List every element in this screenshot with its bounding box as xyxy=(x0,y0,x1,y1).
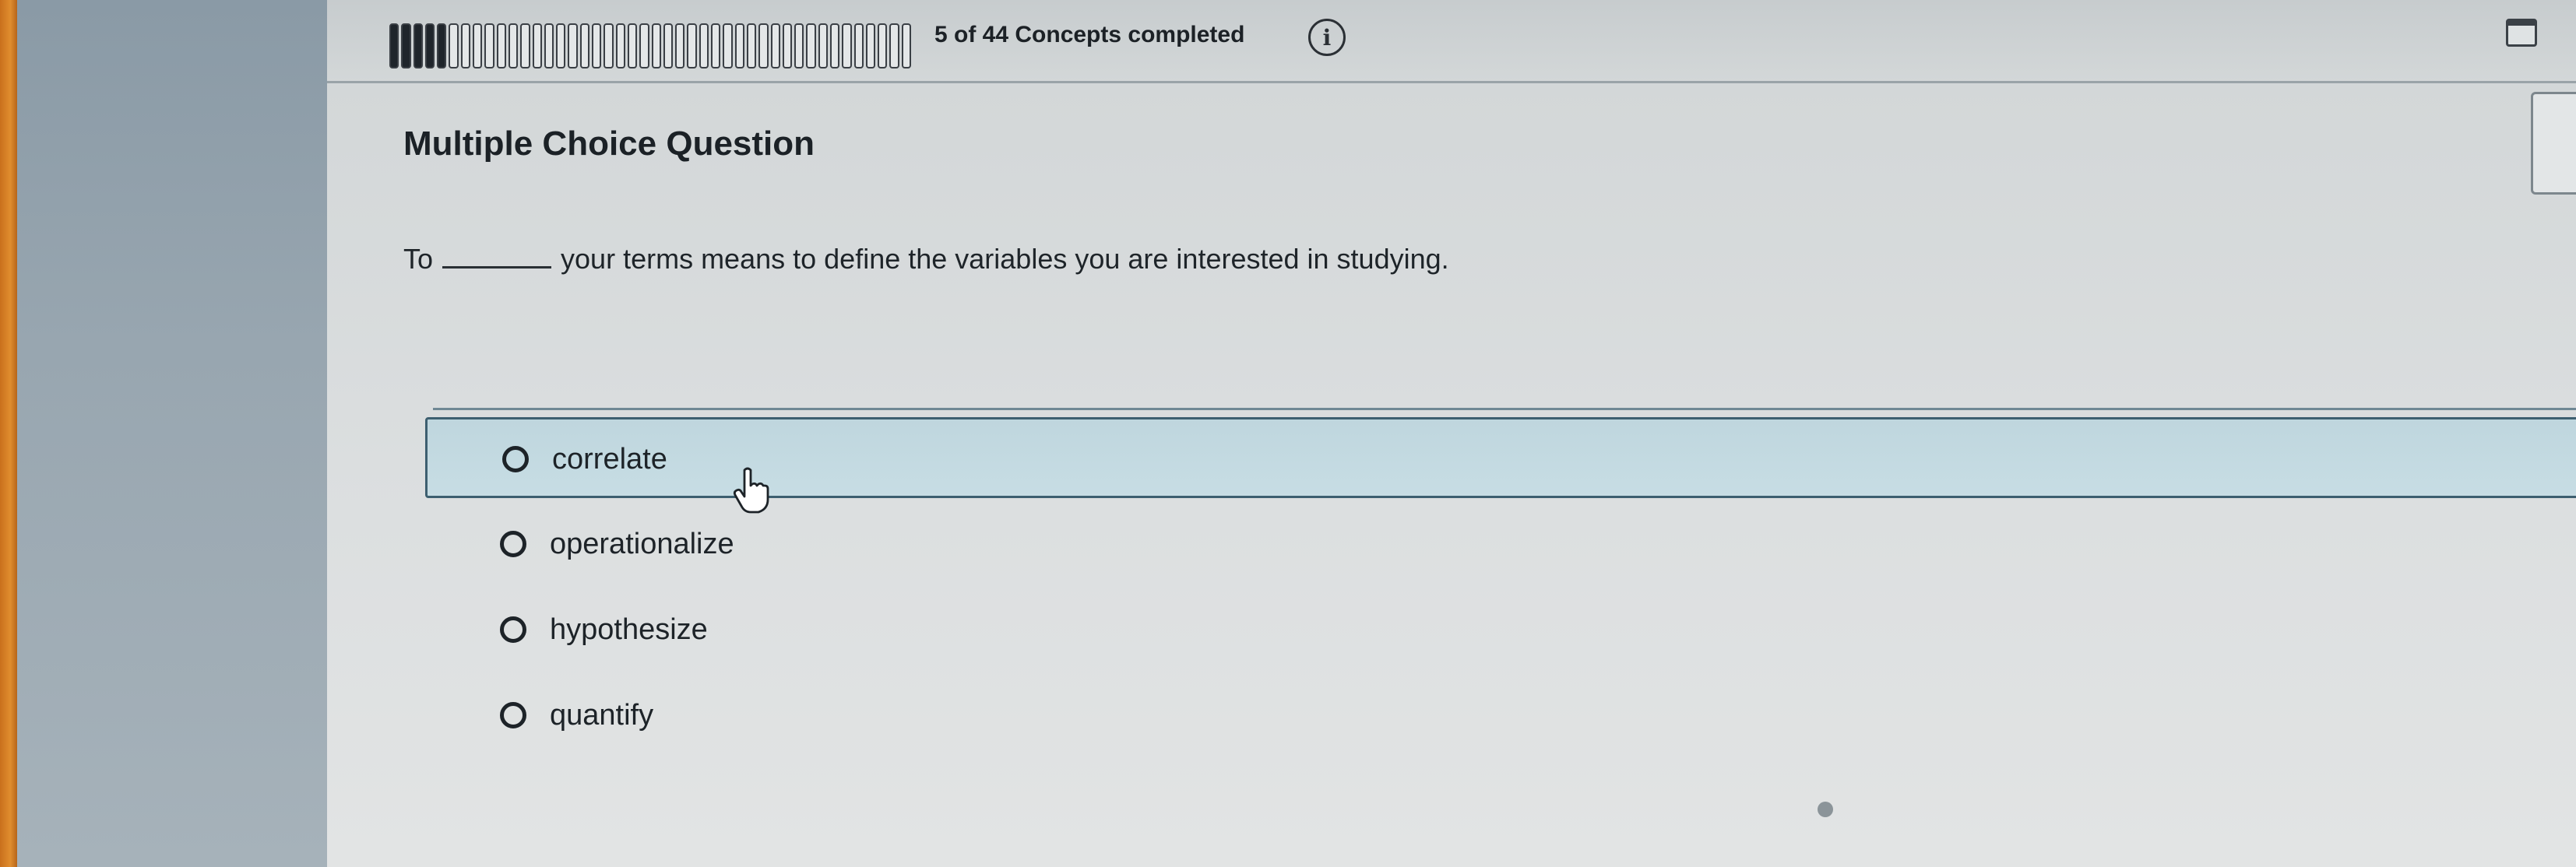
progress-segment xyxy=(687,23,697,68)
progress-segment xyxy=(413,23,423,68)
option-label: quantify xyxy=(550,699,654,732)
progress-segment xyxy=(484,23,494,68)
answer-option-quantify[interactable]: quantify xyxy=(425,676,2576,756)
answer-option-hypothesize[interactable]: hypothesize xyxy=(425,590,2576,671)
progress-segment xyxy=(604,23,614,68)
side-panel-button[interactable] xyxy=(2531,92,2576,195)
progress-segment xyxy=(842,23,852,68)
question-type-heading: Multiple Choice Question xyxy=(403,125,815,163)
option-label: correlate xyxy=(552,443,667,476)
progress-segment xyxy=(746,23,757,68)
progress-segment xyxy=(568,23,578,68)
calendar-icon[interactable] xyxy=(2506,19,2537,47)
progress-segment xyxy=(734,23,744,68)
option-label: operationalize xyxy=(550,528,734,560)
left-margin xyxy=(17,0,327,867)
progress-segment xyxy=(770,23,780,68)
progress-segment xyxy=(865,23,876,68)
progress-text: 5 of 44 Concepts completed xyxy=(934,22,1245,47)
progress-segment xyxy=(818,23,828,68)
progress-segment xyxy=(473,23,483,68)
progress-segment xyxy=(794,23,804,68)
progress-segment xyxy=(675,23,685,68)
progress-segment xyxy=(829,23,840,68)
progress-segment xyxy=(460,23,471,68)
progress-segment xyxy=(389,23,399,68)
progress-segment xyxy=(544,23,554,68)
progress-segment xyxy=(651,23,661,68)
progress-segment xyxy=(853,23,864,68)
radio-button[interactable] xyxy=(502,446,529,472)
progress-segment xyxy=(889,23,899,68)
window-edge xyxy=(0,0,17,867)
progress-segment xyxy=(663,23,674,68)
progress-segment xyxy=(508,23,519,68)
progress-segment xyxy=(532,23,542,68)
progress-segment xyxy=(711,23,721,68)
progress-segment xyxy=(520,23,530,68)
option-label: hypothesize xyxy=(550,613,708,646)
progress-bar xyxy=(389,23,912,68)
progress-segment xyxy=(782,23,793,68)
progress-segment xyxy=(901,23,912,68)
radio-button[interactable] xyxy=(500,702,526,728)
progress-segment xyxy=(615,23,625,68)
hand-pointer-icon xyxy=(733,467,769,514)
prompt-start: To xyxy=(403,243,434,275)
progress-segment xyxy=(401,23,411,68)
progress-segment xyxy=(449,23,459,68)
status-dot xyxy=(1818,802,1833,817)
options-divider xyxy=(433,408,2576,410)
progress-segment xyxy=(424,23,435,68)
progress-segment xyxy=(579,23,590,68)
progress-segment xyxy=(627,23,638,68)
info-icon[interactable]: i xyxy=(1308,19,1346,56)
progress-segment xyxy=(437,23,447,68)
progress-segment xyxy=(723,23,733,68)
prompt-end: your terms means to define the variables… xyxy=(561,243,1449,275)
progress-segment xyxy=(592,23,602,68)
radio-button[interactable] xyxy=(500,616,526,643)
answer-blank xyxy=(442,266,552,269)
progress-segment xyxy=(496,23,506,68)
progress-segment xyxy=(758,23,769,68)
progress-segment xyxy=(556,23,566,68)
radio-button[interactable] xyxy=(500,531,526,557)
question-prompt: To your terms means to define the variabl… xyxy=(403,243,1449,276)
progress-segment xyxy=(806,23,816,68)
answer-option-operationalize[interactable]: operationalize xyxy=(425,504,2576,585)
progress-segment xyxy=(699,23,709,68)
progress-segment xyxy=(639,23,649,68)
progress-segment xyxy=(878,23,888,68)
